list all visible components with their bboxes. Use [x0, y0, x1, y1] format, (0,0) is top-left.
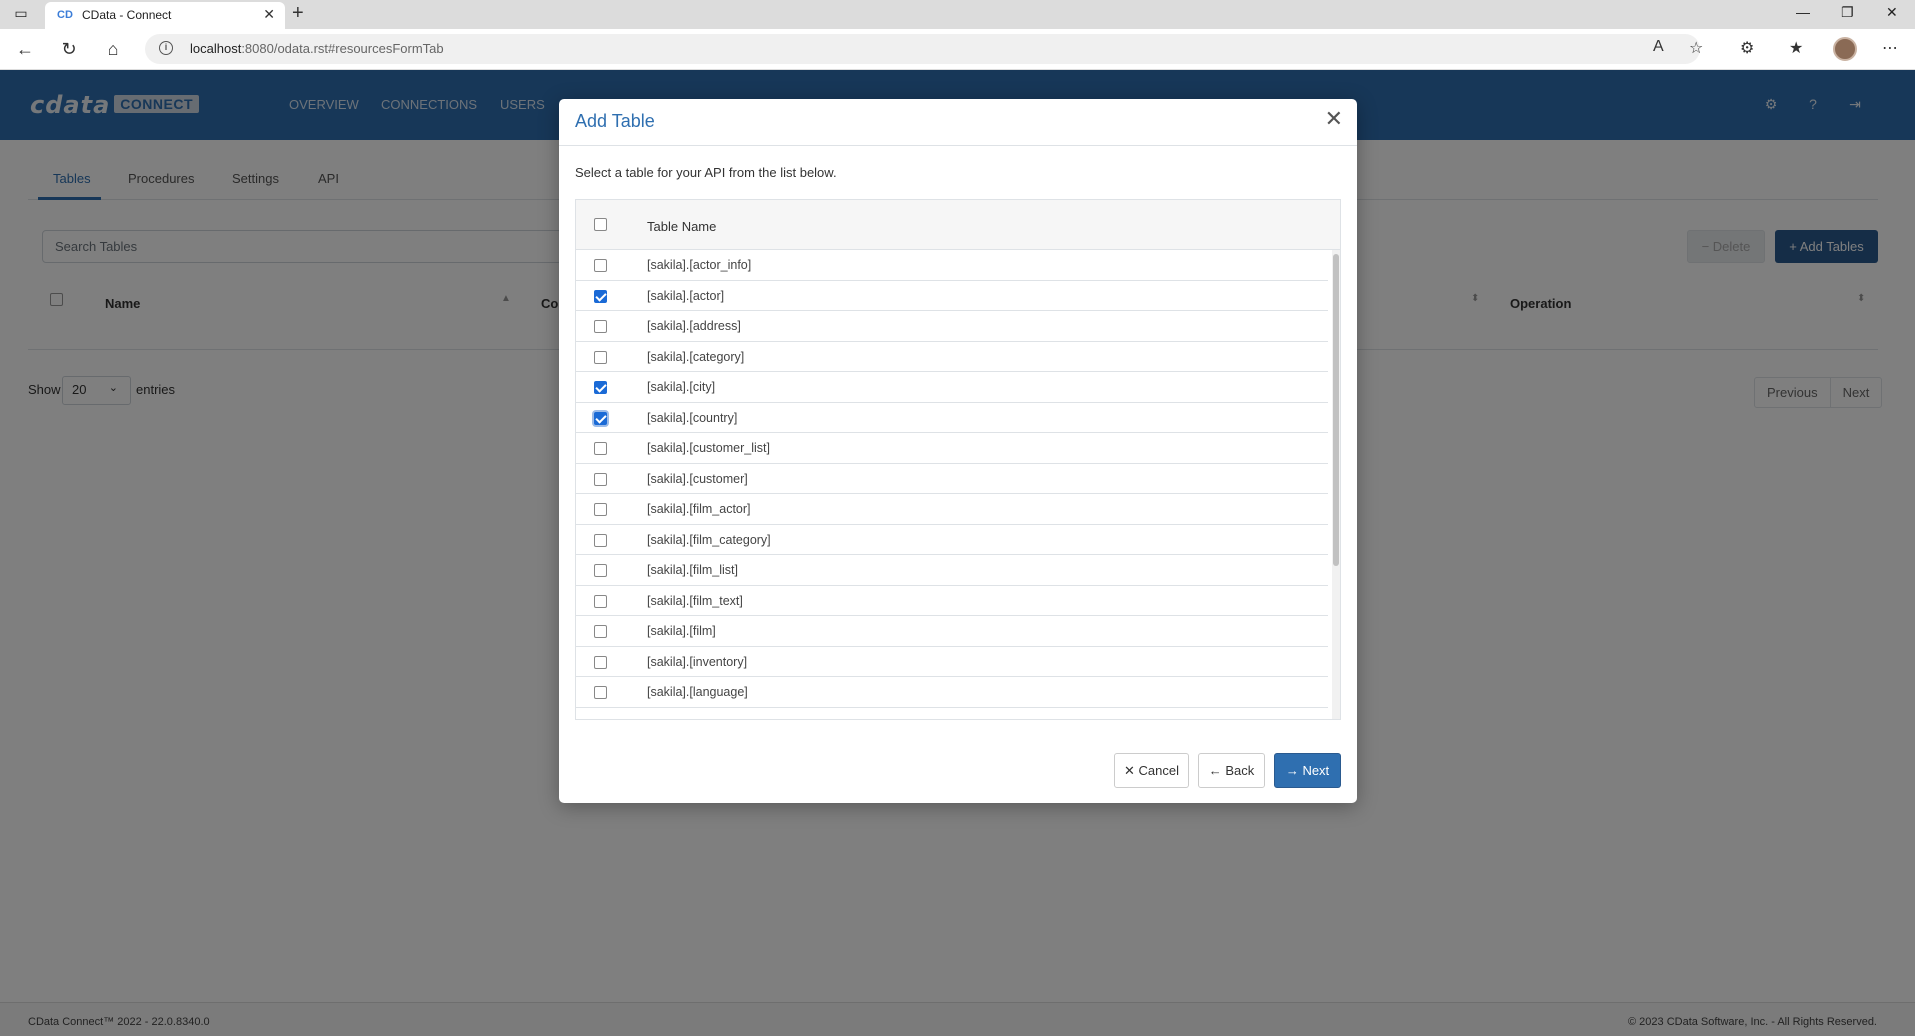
- table-name: [sakila].[film_actor]: [647, 502, 751, 516]
- read-aloud-icon[interactable]: A: [1653, 38, 1664, 56]
- table-name: [sakila].[country]: [647, 410, 738, 425]
- table-name: [sakila].[category]: [647, 349, 745, 364]
- row-checkbox[interactable]: [594, 442, 607, 455]
- more-menu-icon[interactable]: ⋯: [1882, 38, 1898, 58]
- table-row[interactable]: [sakila].[city]: [576, 372, 1328, 403]
- table-row[interactable]: [sakila].[actor]: [576, 281, 1328, 311]
- url-field[interactable]: i localhost:8080/odata.rst#resourcesForm…: [145, 34, 1700, 64]
- table-row[interactable]: [sakila].[address]: [576, 311, 1328, 342]
- table-name: [sakila].[film_text]: [647, 593, 743, 608]
- modal-description: Select a table for your API from the lis…: [575, 165, 837, 180]
- table-row[interactable]: [sakila].[film_category]: [576, 525, 1328, 555]
- address-bar-row: ← ↻ ⌂ i localhost:8080/odata.rst#resourc…: [0, 29, 1915, 70]
- favorites-icon[interactable]: ★: [1789, 38, 1803, 58]
- row-checkbox[interactable]: [594, 320, 607, 333]
- select-all-tables-checkbox[interactable]: [594, 218, 607, 231]
- scrollbar-thumb[interactable]: [1333, 254, 1339, 566]
- browser-tab-bar: ▭ CD CData - Connect ✕ + — ❐ ✕: [0, 0, 1915, 29]
- url-path: :8080/odata.rst#resourcesFormTab: [241, 41, 444, 56]
- table-name: [sakila].[customer_list]: [647, 441, 770, 455]
- table-row[interactable]: [sakila].[film_actor]: [576, 494, 1328, 525]
- table-row[interactable]: [sakila].[category]: [576, 342, 1328, 372]
- row-checkbox[interactable]: [594, 381, 607, 394]
- table-name: [sakila].[actor]: [647, 288, 725, 303]
- table-row[interactable]: [sakila].[customer_list]: [576, 433, 1328, 464]
- table-row[interactable]: [sakila].[inventory]: [576, 647, 1328, 677]
- new-tab-icon[interactable]: +: [292, 2, 304, 25]
- window-close-icon[interactable]: ✕: [1886, 4, 1898, 21]
- row-checkbox[interactable]: [594, 503, 607, 516]
- table-name: [sakila].[inventory]: [647, 654, 748, 669]
- site-info-icon[interactable]: i: [159, 41, 173, 55]
- tab-actions-icon[interactable]: ▭: [12, 4, 30, 22]
- row-checkbox[interactable]: [594, 259, 607, 272]
- profile-avatar[interactable]: [1833, 37, 1857, 61]
- table-name-header: Table Name: [647, 219, 717, 234]
- row-checkbox[interactable]: [594, 472, 607, 486]
- table-row[interactable]: [sakila].[film_text]: [576, 586, 1328, 616]
- table-row[interactable]: [sakila].[customer]: [576, 464, 1328, 494]
- row-checkbox[interactable]: [594, 533, 607, 547]
- row-checkbox[interactable]: [594, 594, 607, 608]
- table-name: [sakila].[language]: [647, 685, 748, 699]
- table-row[interactable]: [sakila].[film_list]: [576, 555, 1328, 586]
- back-icon[interactable]: ←: [14, 38, 36, 60]
- table-name: [sakila].[address]: [647, 319, 741, 333]
- restore-icon[interactable]: ❐: [1841, 4, 1854, 21]
- add-table-dialog: Add Table ✕ Select a table for your API …: [559, 99, 1357, 803]
- row-checkbox[interactable]: [594, 686, 607, 699]
- url-host: localhost: [190, 41, 242, 56]
- tab-title: CData - Connect: [82, 8, 172, 22]
- row-checkbox[interactable]: [594, 625, 607, 638]
- modal-title: Add Table: [575, 111, 655, 131]
- table-rows: [sakila].[actor_info] [sakila].[actor] [sa…: [576, 250, 1328, 708]
- row-checkbox[interactable]: [594, 411, 607, 425]
- scrollbar[interactable]: [1332, 250, 1340, 719]
- cancel-button[interactable]: ✕ Cancel: [1114, 753, 1189, 788]
- table-name: [sakila].[customer]: [647, 471, 748, 486]
- row-checkbox[interactable]: [594, 289, 607, 303]
- home-icon[interactable]: ⌂: [102, 38, 124, 60]
- tab-close-icon[interactable]: ✕: [263, 6, 275, 23]
- cdata-favicon-icon: CD: [57, 9, 73, 21]
- table-list: Table Name [sakila].[actor_info] [sakila]…: [575, 199, 1341, 720]
- table-name: [sakila].[actor_info]: [647, 258, 752, 272]
- minimize-icon[interactable]: —: [1796, 4, 1810, 20]
- row-checkbox[interactable]: [594, 564, 607, 577]
- extensions-icon[interactable]: ⚙: [1740, 38, 1754, 58]
- refresh-icon[interactable]: ↻: [58, 38, 80, 60]
- browser-tab[interactable]: CD CData - Connect ✕: [45, 2, 285, 29]
- table-name: [sakila].[film_list]: [647, 563, 738, 577]
- row-checkbox[interactable]: [594, 350, 607, 364]
- table-name: [sakila].[city]: [647, 380, 716, 394]
- back-button[interactable]: ← Back: [1198, 753, 1265, 788]
- table-row[interactable]: [sakila].[country]: [576, 403, 1328, 433]
- table-row[interactable]: [sakila].[actor_info]: [576, 250, 1328, 281]
- table-row[interactable]: [sakila].[language]: [576, 677, 1328, 708]
- table-row[interactable]: [sakila].[film]: [576, 616, 1328, 647]
- next-button[interactable]: → Next: [1274, 753, 1341, 788]
- close-icon[interactable]: ✕: [1325, 108, 1343, 130]
- modal-header: Add Table ✕: [559, 99, 1357, 146]
- table-name: [sakila].[film_category]: [647, 532, 771, 547]
- favorite-add-icon[interactable]: ☆: [1689, 38, 1703, 58]
- table-list-header: Table Name: [576, 200, 1340, 250]
- row-checkbox[interactable]: [594, 655, 607, 669]
- table-name: [sakila].[film]: [647, 624, 716, 638]
